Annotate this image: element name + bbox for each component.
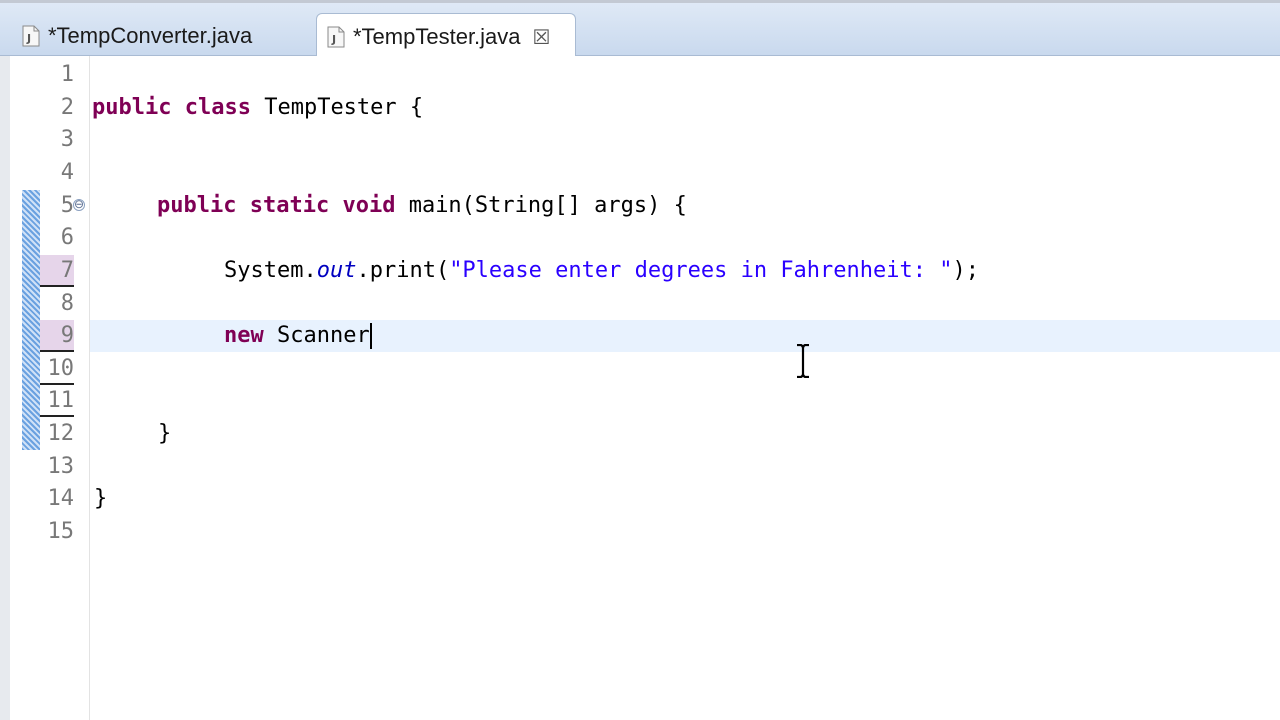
code-text: Scanner [263, 323, 370, 348]
code-line-7[interactable]: System.out.print("Please enter degrees i… [224, 255, 979, 287]
line-number: 12 [47, 421, 75, 446]
code-text: ); [952, 258, 980, 283]
keyword: new [224, 323, 264, 348]
line-number: 4 [60, 160, 74, 185]
tab-label: *TempTester.java [353, 24, 521, 49]
code-text: TempTester { [250, 95, 424, 120]
code-text: .print( [356, 258, 450, 283]
line-number: 11 [40, 385, 74, 417]
java-file-icon: J [22, 25, 40, 47]
gutter-divider [89, 56, 90, 720]
svg-text:J: J [26, 32, 31, 45]
static-field: out [316, 258, 357, 283]
code-line-2[interactable]: public class TempTester { [92, 92, 423, 124]
svg-text:J: J [331, 33, 336, 46]
keyword: static [249, 193, 330, 218]
line-number: 8 [60, 291, 74, 316]
line-number: 14 [47, 486, 75, 511]
string-literal: "Please enter degrees in Fahrenheit: " [449, 258, 953, 283]
code-text: System. [224, 258, 317, 283]
keyword: class [184, 95, 251, 120]
java-file-icon: J [327, 26, 345, 48]
tab-label: *TempConverter.java [48, 22, 253, 48]
line-number: 15 [47, 519, 75, 544]
code-line-5[interactable]: public static void main(String[] args) { [157, 190, 687, 222]
text-caret [369, 323, 372, 349]
ibeam-cursor-icon [796, 343, 810, 379]
close-tab-icon[interactable]: ☒ [533, 25, 551, 50]
tab-tempconverter[interactable]: J *TempConverter.java [12, 13, 312, 58]
line-number: 10 [40, 353, 74, 385]
editor-tab-bar: J *TempConverter.java J *TempTester.java… [0, 0, 1280, 60]
tab-temptester[interactable]: J *TempTester.java ☒ [316, 13, 576, 60]
code-line-12[interactable]: } [158, 418, 171, 450]
code-text: main(String[] args) { [395, 193, 687, 218]
line-number-changed: 9 [40, 320, 74, 352]
line-number-changed: 7 [40, 255, 74, 287]
keyword: public [157, 193, 237, 218]
line-number: 5 [60, 193, 74, 218]
line-number: 13 [47, 454, 75, 479]
code-line-14[interactable]: } [94, 483, 107, 515]
line-number: 6 [60, 225, 74, 250]
fold-collapse-icon[interactable]: ⊖ [73, 198, 85, 211]
code-editor[interactable] [0, 56, 1280, 720]
keyword: void [342, 193, 396, 218]
line-number: 2 [60, 95, 74, 120]
line-number: 1 [60, 62, 74, 87]
keyword: public [92, 95, 172, 120]
line-number: 3 [60, 127, 74, 152]
code-line-9[interactable]: new Scanner [224, 320, 372, 352]
quick-diff-ruler [22, 190, 40, 450]
